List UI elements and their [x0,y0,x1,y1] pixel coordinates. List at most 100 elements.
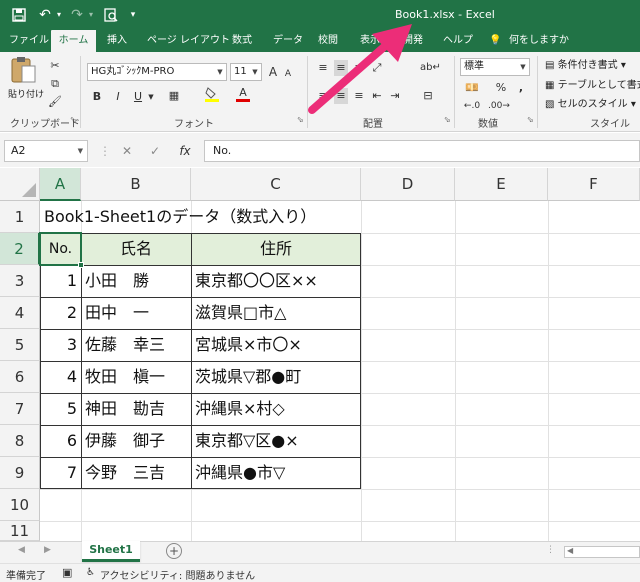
scroll-right-icon[interactable]: ▶ [44,545,51,555]
table-cell-no[interactable]: 7 [40,457,81,489]
column-header-e[interactable]: E [455,168,548,201]
header-cell-name[interactable]: 氏名 [81,233,191,265]
row-header-10[interactable]: 10 [0,489,40,521]
percent-button[interactable]: % [494,80,508,96]
print-preview-icon[interactable] [102,0,120,30]
conditional-format-button[interactable]: ▤ 条件付き書式 ▾ [545,58,626,74]
save-icon[interactable] [10,0,28,30]
table-cell-name[interactable]: 牧田 槇一 [81,361,191,393]
table-cell-no[interactable]: 1 [40,265,81,297]
insert-function-button[interactable]: fx [176,142,194,160]
tab-file[interactable]: ファイル [6,30,52,52]
shrink-font-button[interactable]: A [282,66,294,82]
column-header-f[interactable]: F [548,168,640,201]
undo-icon[interactable]: ↶ [36,0,54,30]
tab-insert[interactable]: 挿入 [104,30,130,52]
table-cell-no[interactable]: 2 [40,297,81,329]
row-header-7[interactable]: 7 [0,393,40,425]
copy-icon[interactable]: ⧉ [48,76,62,92]
comma-button[interactable]: , [516,80,526,96]
clipboard-launcher-icon[interactable]: ⬂ [70,115,77,124]
table-cell-name[interactable]: 今野 三吉 [81,457,191,489]
row-header-4[interactable]: 4 [0,297,40,329]
formula-input[interactable]: No. [204,140,640,162]
macro-record-icon[interactable]: ▣ [62,566,72,579]
scroll-left-arrow-icon[interactable]: ◀ [567,546,573,555]
italic-button[interactable]: I [112,89,124,105]
customize-qat-icon[interactable]: ▾ [126,0,140,30]
table-cell-address[interactable]: 沖縄県×村◇ [191,393,361,425]
chevron-down-icon[interactable]: ▼ [146,89,156,105]
alignment-launcher-icon[interactable]: ⬂ [444,115,451,124]
merge-center-icon[interactable]: ⊟ [420,88,436,104]
row-header-11[interactable]: 11 [0,521,40,541]
paste-button[interactable]: 貼り付け [8,56,44,100]
sheet-tab-sheet1[interactable]: Sheet1 [82,541,140,562]
table-cell-address[interactable]: 宮城県×市〇× [191,329,361,361]
table-cell-name[interactable]: 神田 勘吉 [81,393,191,425]
undo-dropdown-icon[interactable]: ▾ [54,0,64,30]
borders-icon[interactable]: ▦ [166,88,182,104]
table-cell-name[interactable]: 伊藤 御子 [81,425,191,457]
table-cell-address[interactable]: 滋賀県□市△ [191,297,361,329]
table-cell-name[interactable]: 田中 一 [81,297,191,329]
column-header-a[interactable]: A [40,168,81,201]
redo-dropdown-icon[interactable]: ▾ [86,0,96,30]
underline-button[interactable]: U [132,89,144,105]
column-header-c[interactable]: C [191,168,361,201]
row-header-9[interactable]: 9 [0,457,40,489]
font-name-select[interactable]: HG丸ｺﾞｼｯｸM-PRO ▼ [87,63,227,81]
row-header-3[interactable]: 3 [0,265,40,297]
table-cell-no[interactable]: 5 [40,393,81,425]
wrap-text-icon[interactable]: ab↵ [420,60,441,76]
cut-icon[interactable]: ✂ [48,58,62,74]
column-header-d[interactable]: D [361,168,455,201]
cancel-icon[interactable]: ✕ [118,142,136,160]
name-box[interactable]: A2 ▼ [4,140,88,162]
fill-color-icon[interactable] [204,86,220,102]
increase-decimal-icon[interactable]: ←.0 [462,98,482,114]
font-color-icon[interactable]: A [236,86,250,102]
table-cell-no[interactable]: 4 [40,361,81,393]
table-cell-name[interactable]: 小田 勝 [81,265,191,297]
currency-format-icon[interactable]: 💴 [462,80,482,96]
row-header-1[interactable]: 1 [0,201,40,233]
column-header-b[interactable]: B [81,168,191,201]
row-header-2[interactable]: 2 [0,233,40,265]
accessibility-status[interactable]: アクセシビリティ: 問題ありません [100,567,255,582]
cell-styles-button[interactable]: ▧ セルのスタイル ▾ [545,97,636,113]
bold-button[interactable]: B [91,89,103,105]
select-all-button[interactable] [0,168,40,201]
tell-me-search[interactable]: 何をしますか [506,30,572,52]
table-cell-address[interactable]: 茨城県▽郡●町 [191,361,361,393]
accessibility-icon[interactable]: ♿ [86,567,95,578]
number-format-select[interactable]: 標準 ▼ [460,58,530,76]
tab-formulas[interactable]: 数式 [229,30,255,52]
table-cell-name[interactable]: 佐藤 幸三 [81,329,191,361]
enter-icon[interactable]: ✓ [146,142,164,160]
table-cell-no[interactable]: 3 [40,329,81,361]
table-cell-address[interactable]: 東京都〇〇区×× [191,265,361,297]
tab-page-layout[interactable]: ページ レイアウト [144,30,233,52]
tab-home[interactable]: ホーム [51,30,96,52]
grow-font-button[interactable]: A [266,64,280,80]
table-cell-no[interactable]: 6 [40,425,81,457]
conditional-format-label: 条件付き書式 [557,60,618,71]
header-cell-address[interactable]: 住所 [191,233,361,265]
row-header-8[interactable]: 8 [0,425,40,457]
format-painter-icon[interactable]: 🖌 [48,94,62,110]
number-launcher-icon[interactable]: ⬂ [527,115,534,124]
horizontal-scrollbar[interactable]: ◀ [564,546,640,558]
scroll-left-icon[interactable]: ◀ [18,545,25,555]
table-cell-address[interactable]: 沖縄県●市▽ [191,457,361,489]
table-cell-address[interactable]: 東京都▽区●× [191,425,361,457]
sheet-title-cell[interactable]: Book1-Sheet1のデータ（数式入り） [40,201,361,233]
row-header-6[interactable]: 6 [0,361,40,393]
format-as-table-button[interactable]: ▦ テーブルとして書式設定 [545,78,640,94]
add-sheet-icon[interactable]: + [166,543,182,559]
redo-icon[interactable]: ↷ [68,0,86,30]
decrease-decimal-icon[interactable]: .00→ [488,98,510,114]
font-size-select[interactable]: 11 ▼ [230,63,262,81]
tab-help[interactable]: ヘルプ [440,30,476,52]
row-header-5[interactable]: 5 [0,329,40,361]
